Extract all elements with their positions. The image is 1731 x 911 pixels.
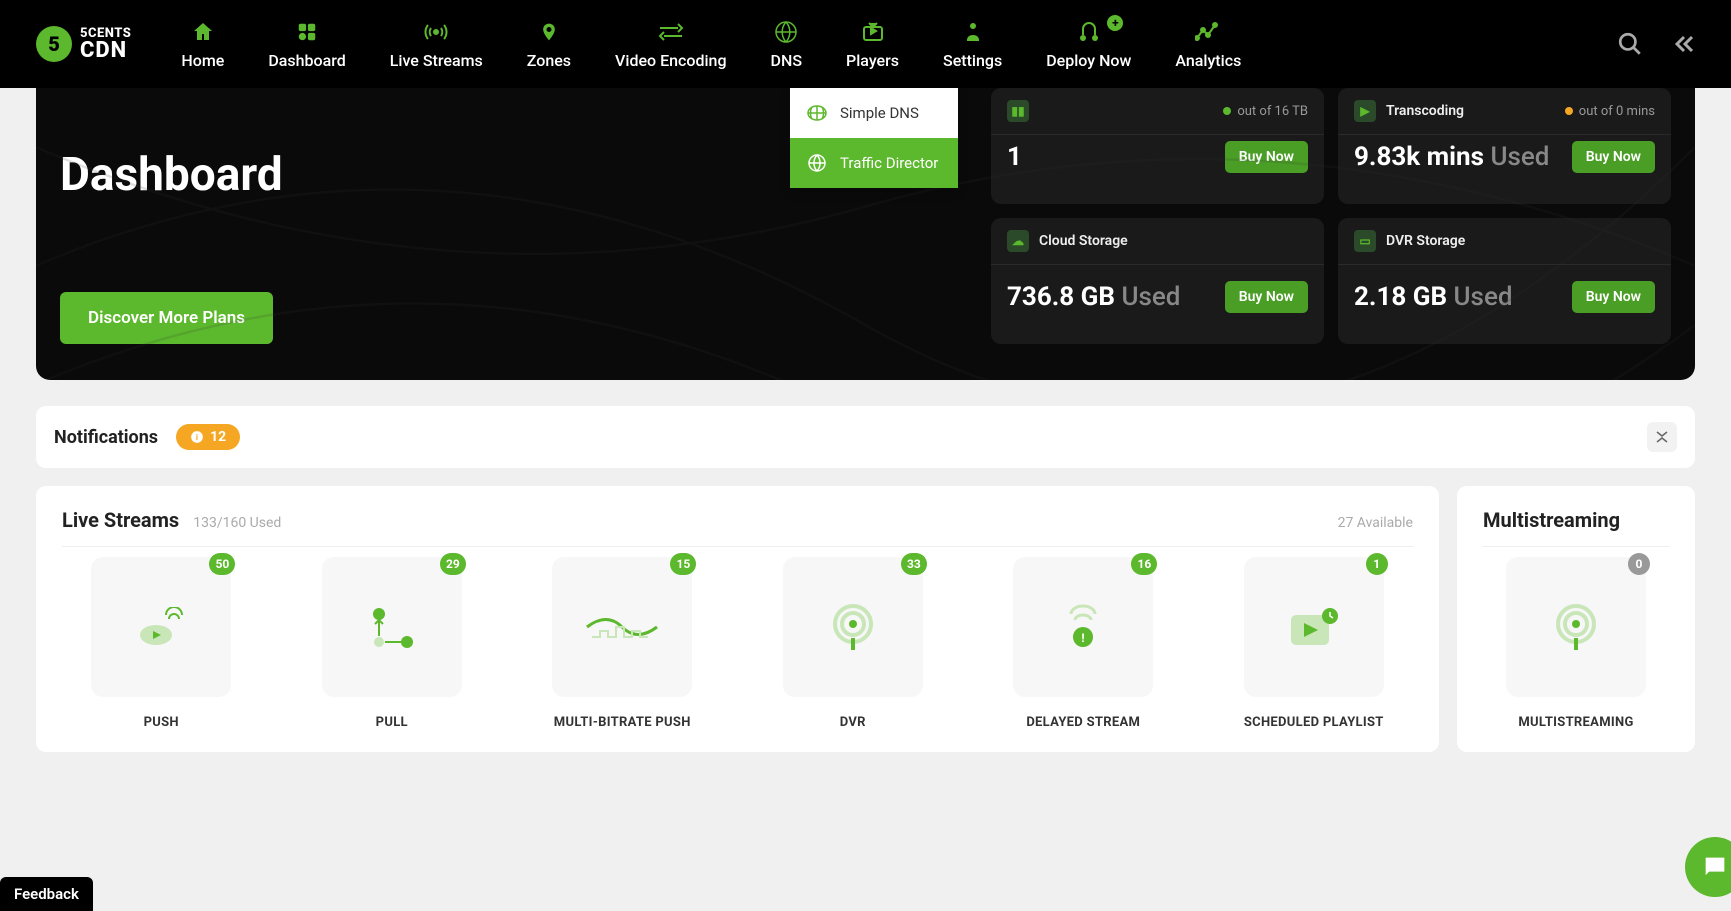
status-dot	[1565, 107, 1573, 115]
status-dot	[1223, 107, 1231, 115]
globe-icon	[773, 19, 799, 45]
nav-deploy[interactable]: + Deploy Now	[1046, 19, 1131, 70]
nav-zones[interactable]: Zones	[527, 19, 571, 70]
tile-scheduled[interactable]: 1 SCHEDULED PLAYLIST	[1215, 557, 1414, 730]
stats-grid: ▮▮ out of 16 TB 1 Buy Now ▶Transcoding o…	[991, 88, 1671, 344]
nav-analytics[interactable]: Analytics	[1175, 19, 1241, 70]
stat-transcoding: ▶Transcoding out of 0 mins 9.83k mins Us…	[1338, 88, 1671, 204]
notifications-collapse-button[interactable]	[1647, 422, 1677, 452]
nav-livestreams[interactable]: Live Streams	[390, 19, 483, 70]
tile-push[interactable]: 50 PUSH	[62, 557, 261, 730]
tile-multistreaming[interactable]: 0 MULTISTREAMING	[1483, 557, 1669, 730]
stat-dvr-storage: ▭DVR Storage 2.18 GB Used Buy Now	[1338, 218, 1671, 344]
nav-right	[1617, 31, 1695, 57]
multistreaming-title: Multistreaming	[1483, 508, 1620, 532]
tv-icon	[860, 19, 886, 45]
logo-text: 5CENTS CDN	[80, 27, 131, 62]
analytics-icon	[1195, 19, 1221, 45]
collapse-sidebar-icon[interactable]	[1671, 32, 1695, 56]
broadcast-icon	[423, 19, 449, 45]
notifications-title: Notifications	[54, 427, 158, 448]
nav-items: Home Dashboard Live Streams Zones Video …	[181, 19, 1241, 70]
dvr-icon	[828, 602, 878, 652]
nav-home[interactable]: Home	[181, 19, 224, 70]
tile-multi-bitrate[interactable]: 15 MULTI-BITRATE PUSH	[523, 557, 722, 730]
multi-bitrate-icon	[582, 607, 662, 647]
settings-icon	[960, 19, 986, 45]
nav-encoding[interactable]: Video Encoding	[615, 19, 727, 70]
plus-badge: +	[1107, 15, 1123, 31]
brand-logo[interactable]: 5 5CENTS CDN	[36, 26, 131, 62]
chevron-up-icon	[1656, 437, 1668, 443]
pull-icon	[367, 602, 417, 652]
info-icon: i	[190, 430, 204, 444]
live-streams-available: 27 Available	[1338, 515, 1413, 531]
traffic-director-icon	[806, 152, 828, 174]
dns-dropdown: Simple DNS Traffic Director	[790, 88, 958, 188]
stat-bandwidth: ▮▮ out of 16 TB 1 Buy Now	[991, 88, 1324, 204]
delayed-icon: !	[1063, 602, 1103, 652]
live-streams-title: Live Streams	[62, 508, 179, 532]
logo-badge: 5	[36, 26, 72, 62]
top-navigation: 5 5CENTS CDN Home Dashboard Live Streams…	[0, 0, 1731, 88]
live-streams-usage: 133/160 Used	[193, 515, 281, 531]
nav-dns[interactable]: DNS	[771, 19, 802, 70]
multistreaming-card: Multistreaming 0 MULTISTREAMING	[1457, 486, 1695, 752]
encoding-icon	[658, 19, 684, 45]
tile-pull[interactable]: 29 PULL	[293, 557, 492, 730]
buy-transcoding-button[interactable]: Buy Now	[1572, 141, 1655, 173]
dashboard-icon	[294, 19, 320, 45]
chat-bubble-button[interactable]	[1685, 837, 1731, 897]
push-icon	[136, 607, 186, 647]
search-icon[interactable]	[1617, 31, 1643, 57]
buy-bandwidth-button[interactable]: Buy Now	[1225, 141, 1308, 173]
cloud-icon: ☁	[1007, 230, 1029, 252]
home-icon	[190, 19, 216, 45]
nav-settings[interactable]: Settings	[943, 19, 1002, 70]
bandwidth-icon: ▮▮	[1007, 100, 1029, 122]
nav-players[interactable]: Players	[846, 19, 899, 70]
dns-dropdown-simple[interactable]: Simple DNS	[790, 88, 958, 138]
feedback-button[interactable]: Feedback	[0, 877, 93, 911]
buy-dvr-button[interactable]: Buy Now	[1572, 281, 1655, 313]
svg-text:i: i	[196, 432, 198, 442]
buy-cloud-button[interactable]: Buy Now	[1225, 281, 1308, 313]
cards-row: Live Streams 133/160 Used 27 Available 5…	[36, 486, 1695, 752]
notifications-bar: Notifications i 12	[36, 406, 1695, 468]
tile-delayed[interactable]: 16 ! DELAYED STREAM	[984, 557, 1183, 730]
scheduled-icon	[1286, 605, 1341, 650]
notifications-badge[interactable]: i 12	[176, 424, 240, 450]
stat-cloud-storage: ☁Cloud Storage 736.8 GB Used Buy Now	[991, 218, 1324, 344]
svg-text:!: !	[1082, 631, 1085, 645]
discover-plans-button[interactable]: Discover More Plans	[60, 292, 273, 344]
transcoding-icon: ▶	[1354, 100, 1376, 122]
location-icon	[536, 19, 562, 45]
multistreaming-icon	[1551, 602, 1601, 652]
tile-dvr[interactable]: 33 DVR	[754, 557, 953, 730]
deploy-icon	[1076, 19, 1102, 45]
live-streams-card: Live Streams 133/160 Used 27 Available 5…	[36, 486, 1439, 752]
dns-dropdown-traffic[interactable]: Traffic Director	[790, 138, 958, 188]
dvr-icon: ▭	[1354, 230, 1376, 252]
chat-icon	[1701, 853, 1729, 881]
nav-dashboard[interactable]: Dashboard	[268, 19, 345, 70]
simple-dns-icon	[806, 102, 828, 124]
